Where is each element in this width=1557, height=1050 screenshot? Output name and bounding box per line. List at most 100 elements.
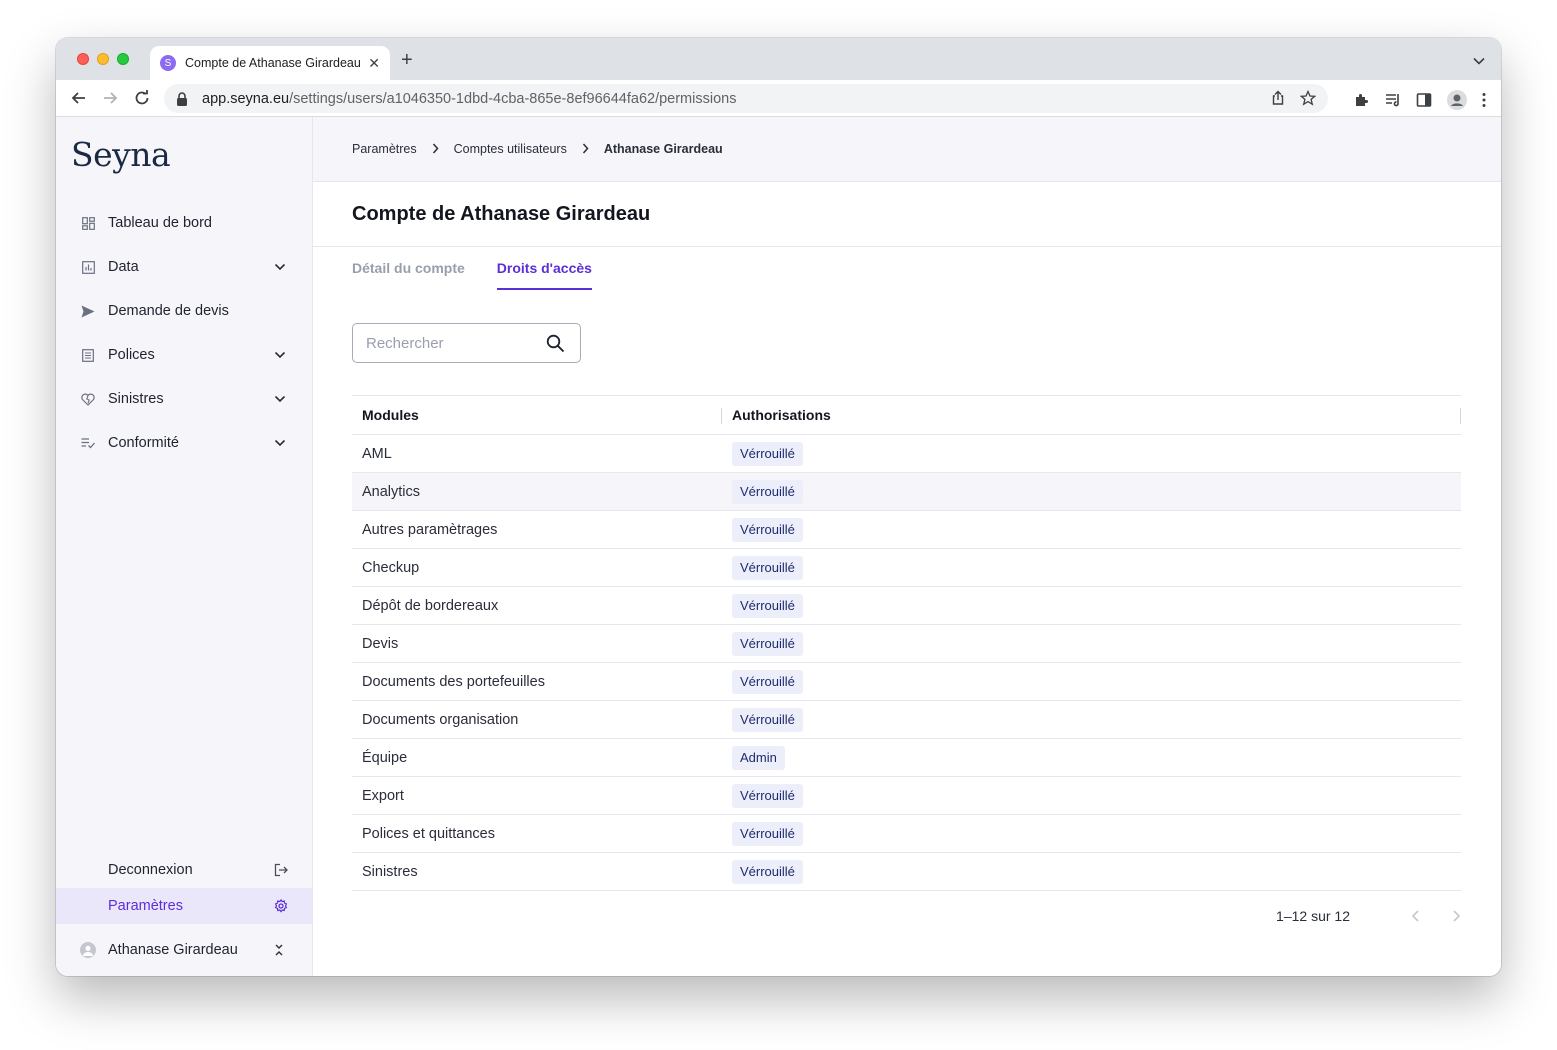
chevron-up-down-icon — [275, 944, 283, 956]
table-row[interactable]: Documents organisation Vérrouillé — [352, 701, 1461, 739]
minimize-window-button[interactable] — [97, 53, 109, 65]
table-row[interactable]: Équipe Admin — [352, 739, 1461, 777]
sidebar-item-tableau-de-bord[interactable]: Tableau de bord — [56, 201, 312, 245]
column-header-authorisations[interactable]: Authorisations — [732, 407, 831, 423]
table-row[interactable]: AML Vérrouillé — [352, 435, 1461, 473]
permission-badge[interactable]: Vérrouillé — [732, 669, 803, 694]
side-panel-icon[interactable] — [1415, 91, 1433, 109]
sidebar-item-polices[interactable]: Polices — [56, 333, 312, 377]
previous-page-icon[interactable] — [1410, 909, 1422, 923]
module-name: Documents organisation — [362, 711, 519, 728]
search-icon[interactable] — [546, 334, 565, 353]
maximize-window-button[interactable] — [117, 53, 129, 65]
permission-badge[interactable]: Vérrouillé — [732, 821, 803, 846]
close-tab-icon[interactable]: ✕ — [368, 55, 380, 72]
browser-tab-title: Compte de Athanase Girardeau — [185, 56, 361, 70]
permission-badge[interactable]: Vérrouillé — [732, 479, 803, 504]
module-name: Export — [362, 787, 404, 804]
table-row[interactable]: Devis Vérrouillé — [352, 625, 1461, 663]
url-text: app.seyna.eu/settings/users/a1046350-1db… — [202, 90, 737, 107]
module-name: Sinistres — [362, 863, 418, 880]
permission-badge[interactable]: Vérrouillé — [732, 859, 803, 884]
sidebar-item-data[interactable]: Data — [56, 245, 312, 289]
profile-avatar-icon[interactable] — [1446, 89, 1468, 111]
search-input[interactable] — [366, 334, 536, 352]
app-container: Seyna Tableau de bord Data Demande de de… — [56, 117, 1501, 976]
lock-icon — [177, 91, 187, 106]
sidebar-item-label: Tableau de bord — [108, 215, 212, 231]
checklist-icon — [81, 436, 95, 450]
pagination-range: 1–12 sur 12 — [1276, 908, 1350, 924]
permission-badge[interactable]: Vérrouillé — [732, 517, 803, 542]
logout-button[interactable]: Deconnexion — [56, 852, 312, 888]
next-page-icon[interactable] — [1450, 909, 1462, 923]
sidebar-nav: Tableau de bord Data Demande de devis Po… — [56, 201, 312, 465]
sidebar-item-label: Sinistres — [108, 391, 164, 407]
module-name: Documents des portefeuilles — [362, 673, 545, 690]
extensions-puzzle-icon[interactable] — [1353, 91, 1371, 109]
column-resize-handle[interactable] — [1460, 408, 1461, 424]
main-content: Paramètres Comptes utilisateurs Athanase… — [313, 117, 1501, 976]
table-row[interactable]: Export Vérrouillé — [352, 777, 1461, 815]
chevron-down-icon[interactable] — [274, 263, 286, 271]
sidebar-item-conformite[interactable]: Conformité — [56, 421, 312, 465]
address-bar[interactable]: app.seyna.eu/settings/users/a1046350-1db… — [164, 84, 1328, 113]
table-row[interactable]: Analytics Vérrouillé — [352, 473, 1461, 511]
permission-badge[interactable]: Vérrouillé — [732, 783, 803, 808]
user-name: Athanase Girardeau — [108, 942, 238, 958]
table-row[interactable]: Dépôt de bordereaux Vérrouillé — [352, 587, 1461, 625]
share-icon[interactable] — [1270, 90, 1286, 106]
table-row[interactable]: Checkup Vérrouillé — [352, 549, 1461, 587]
logout-label: Deconnexion — [108, 862, 193, 878]
module-name: AML — [362, 445, 392, 462]
chevron-down-icon[interactable] — [274, 351, 286, 359]
tab-search-chevron-icon[interactable] — [1473, 52, 1485, 70]
tab-droits-d-acces[interactable]: Droits d'accès — [496, 260, 592, 290]
column-resize-handle[interactable] — [721, 408, 722, 424]
tab-detail-du-compte[interactable]: Détail du compte — [352, 260, 465, 290]
search-box — [352, 323, 581, 363]
table-row[interactable]: Autres paramètrages Vérrouillé — [352, 511, 1461, 549]
breadcrumb-item-parametres[interactable]: Paramètres — [352, 142, 417, 156]
browser-menu-icon[interactable] — [1481, 92, 1487, 108]
browser-tab[interactable]: S Compte de Athanase Girardeau ✕ — [150, 46, 390, 80]
chevron-down-icon[interactable] — [274, 395, 286, 403]
permission-badge[interactable]: Vérrouillé — [732, 555, 803, 580]
document-list-icon — [81, 348, 95, 362]
chevron-down-icon[interactable] — [274, 439, 286, 447]
logout-icon — [274, 863, 288, 877]
module-name: Devis — [362, 635, 399, 652]
permission-badge[interactable]: Admin — [732, 745, 785, 770]
page-header: Compte de Athanase Girardeau — [313, 182, 1501, 247]
column-header-modules[interactable]: Modules — [362, 407, 419, 423]
browser-window: S Compte de Athanase Girardeau ✕ + app.s… — [56, 38, 1501, 976]
bookmark-star-icon[interactable] — [1300, 90, 1316, 106]
table-row[interactable]: Documents des portefeuilles Vérrouillé — [352, 663, 1461, 701]
permissions-table: Modules Authorisations AML Vérrouillé Anal… — [352, 395, 1461, 891]
reload-icon[interactable] — [133, 89, 151, 107]
settings-button[interactable]: Paramètres — [56, 888, 312, 924]
breadcrumb: Paramètres Comptes utilisateurs Athanase… — [313, 117, 1501, 182]
module-name: Polices et quittances — [362, 825, 495, 842]
permission-badge[interactable]: Vérrouillé — [732, 593, 803, 618]
module-name: Dépôt de bordereaux — [362, 597, 499, 614]
page-tabs: Détail du compte Droits d'accès — [352, 260, 592, 290]
permission-badge[interactable]: Vérrouillé — [732, 707, 803, 732]
new-tab-button[interactable]: + — [401, 50, 413, 70]
user-menu[interactable]: Athanase Girardeau — [56, 928, 312, 972]
permission-badge[interactable]: Vérrouillé — [732, 631, 803, 656]
favicon-icon: S — [160, 55, 176, 71]
back-arrow-icon[interactable] — [70, 89, 88, 107]
reading-list-icon[interactable] — [1384, 91, 1402, 109]
chart-icon — [81, 260, 95, 274]
permission-badge[interactable]: Vérrouillé — [732, 441, 803, 466]
gear-icon — [274, 899, 288, 913]
forward-arrow-icon[interactable] — [101, 89, 119, 107]
sidebar-item-demande-de-devis[interactable]: Demande de devis — [56, 289, 312, 333]
breadcrumb-item-comptes-utilisateurs[interactable]: Comptes utilisateurs — [454, 142, 567, 156]
table-row[interactable]: Sinistres Vérrouillé — [352, 853, 1461, 891]
table-row[interactable]: Polices et quittances Vérrouillé — [352, 815, 1461, 853]
close-window-button[interactable] — [77, 53, 89, 65]
logo[interactable]: Seyna — [71, 135, 171, 174]
sidebar-item-sinistres[interactable]: Sinistres — [56, 377, 312, 421]
